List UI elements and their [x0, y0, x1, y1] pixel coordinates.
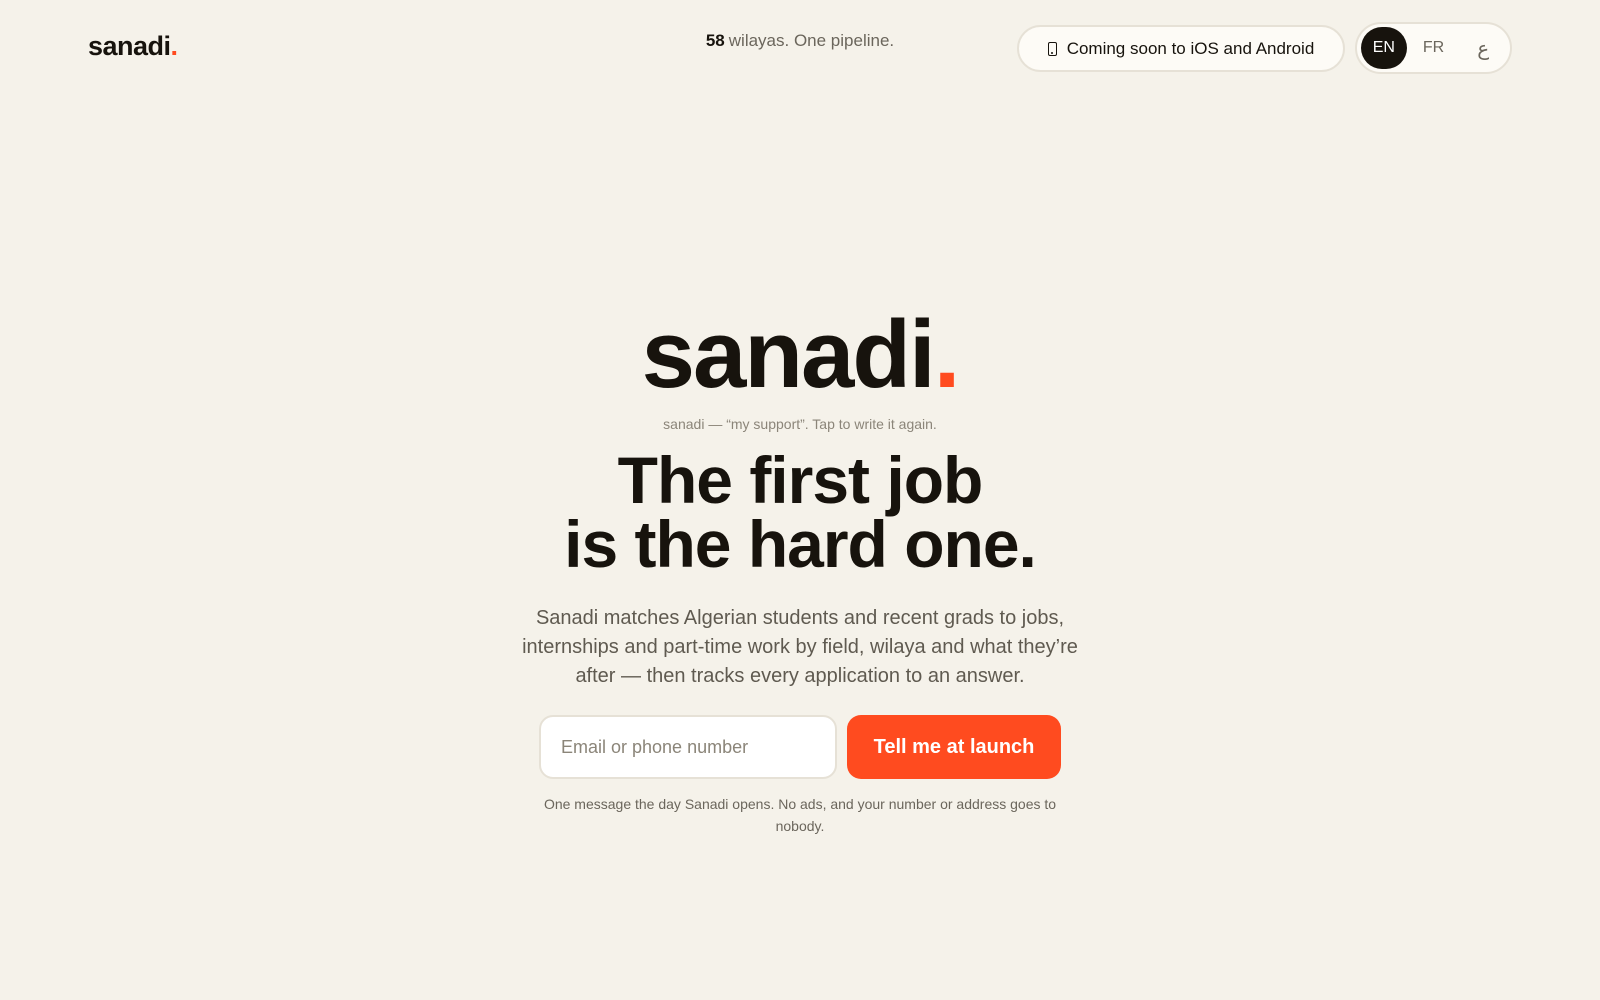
lang-option-ar[interactable]: ع: [1460, 27, 1506, 69]
app-store-coming-soon[interactable]: Coming soon to iOS and Android: [1017, 25, 1345, 72]
hero-logo-text: sanadi: [641, 301, 936, 408]
hero-headline: The first job is the hard one.: [0, 447, 1600, 577]
hero-logo[interactable]: sanadi.: [0, 300, 1600, 410]
headline-line-1: The first job: [617, 443, 984, 517]
lang-option-fr[interactable]: FR: [1411, 27, 1457, 69]
contact-input[interactable]: [539, 715, 837, 779]
notify-at-launch-button[interactable]: Tell me at launch: [847, 715, 1061, 779]
privacy-note: One message the day Sanadi opens. No ads…: [543, 796, 1057, 834]
phone-icon: [1047, 41, 1057, 56]
language-switcher: EN FR ع: [1355, 22, 1512, 74]
site-header: sanadi. 58 wilayas. One pipeline. Coming …: [0, 0, 1600, 100]
store-label: Coming soon to iOS and Android: [1066, 38, 1315, 58]
logo-meaning-note: sanadi — “my support”. Tap to write it a…: [663, 416, 937, 432]
tagline-number: 58: [705, 31, 725, 50]
hero-section: sanadi. sanadi — “my support”. Tap to wr…: [0, 300, 1600, 837]
launch-signup-form: Tell me at launch: [0, 715, 1600, 779]
hero-logo-dot: .: [933, 301, 961, 408]
headline-line-2: is the hard one.: [564, 507, 1037, 581]
hero-description: Sanadi matches Algerian students and rec…: [522, 607, 1078, 687]
lang-option-en[interactable]: EN: [1361, 27, 1407, 69]
tagline-text: wilayas. One pipeline.: [728, 31, 895, 50]
